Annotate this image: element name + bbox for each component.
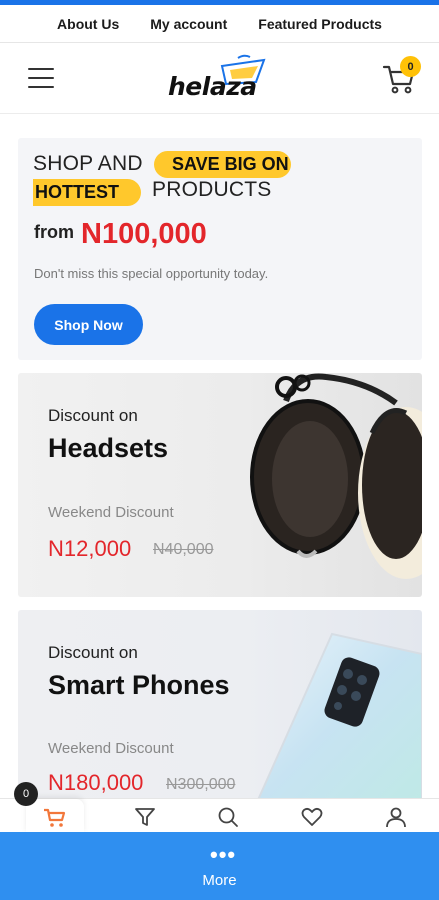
promo-title: Smart Phones: [48, 670, 230, 700]
main-header: helaza: [0, 44, 439, 114]
hero-line-products: PRODUCTS: [152, 178, 272, 201]
hero-line-shop-and: SHOP AND: [33, 152, 143, 175]
hero-from-label: from: [34, 222, 74, 242]
user-icon[interactable]: [384, 805, 408, 829]
hero-subtitle: Don't miss this special opportunity toda…: [34, 266, 269, 281]
cart-icon: [44, 808, 66, 827]
bottom-navigation: [0, 798, 439, 833]
top-links-bar: About Us My account Featured Products: [0, 5, 439, 43]
cart-count-badge: 0: [400, 56, 421, 77]
about-us-link[interactable]: About Us: [57, 16, 119, 32]
promo-price: N180,000: [48, 770, 144, 795]
logo-text: helaza: [168, 72, 257, 101]
hero-highlight-save-big: SAVE BIG ON: [154, 151, 291, 178]
helaza-logo[interactable]: helaza: [168, 54, 274, 106]
promo-title: Headsets: [48, 433, 169, 463]
promo-old-price: N300,000: [166, 776, 236, 793]
featured-products-link[interactable]: Featured Products: [258, 16, 382, 32]
more-dots-icon: •••: [210, 842, 237, 867]
more-button[interactable]: ••• More: [0, 832, 439, 900]
promo-price: N12,000: [48, 536, 132, 561]
headset-image: [250, 373, 422, 579]
bottom-cart-badge: 0: [14, 782, 38, 806]
promo-discount-label: Discount on: [48, 643, 138, 662]
hero-highlight-hottest: HOTTEST: [33, 179, 141, 206]
promo-weekend-label: Weekend Discount: [48, 504, 174, 521]
more-label: More: [202, 872, 237, 889]
search-icon[interactable]: [216, 805, 240, 829]
promo-old-price: N40,000: [153, 541, 214, 558]
bottom-nav-cart-tab[interactable]: [26, 799, 84, 833]
promo-discount-label: Discount on: [48, 406, 138, 425]
hero-banner: SHOP AND SAVE BIG ON HOTTEST PRODUCTS fr…: [18, 138, 422, 360]
hero-price: N100,000: [81, 218, 207, 250]
shop-now-button[interactable]: Shop Now: [34, 304, 143, 345]
heart-icon[interactable]: [300, 805, 324, 829]
filter-icon[interactable]: [133, 805, 157, 829]
my-account-link[interactable]: My account: [150, 16, 227, 32]
hamburger-menu-icon[interactable]: [28, 68, 54, 88]
smartphone-image: [256, 632, 422, 800]
promo-weekend-label: Weekend Discount: [48, 740, 174, 757]
promo-card-smart-phones[interactable]: Discount on Smart Phones Weekend Discoun…: [18, 610, 422, 800]
promo-card-headsets[interactable]: Discount on Headsets Weekend Discount N1…: [18, 373, 422, 597]
